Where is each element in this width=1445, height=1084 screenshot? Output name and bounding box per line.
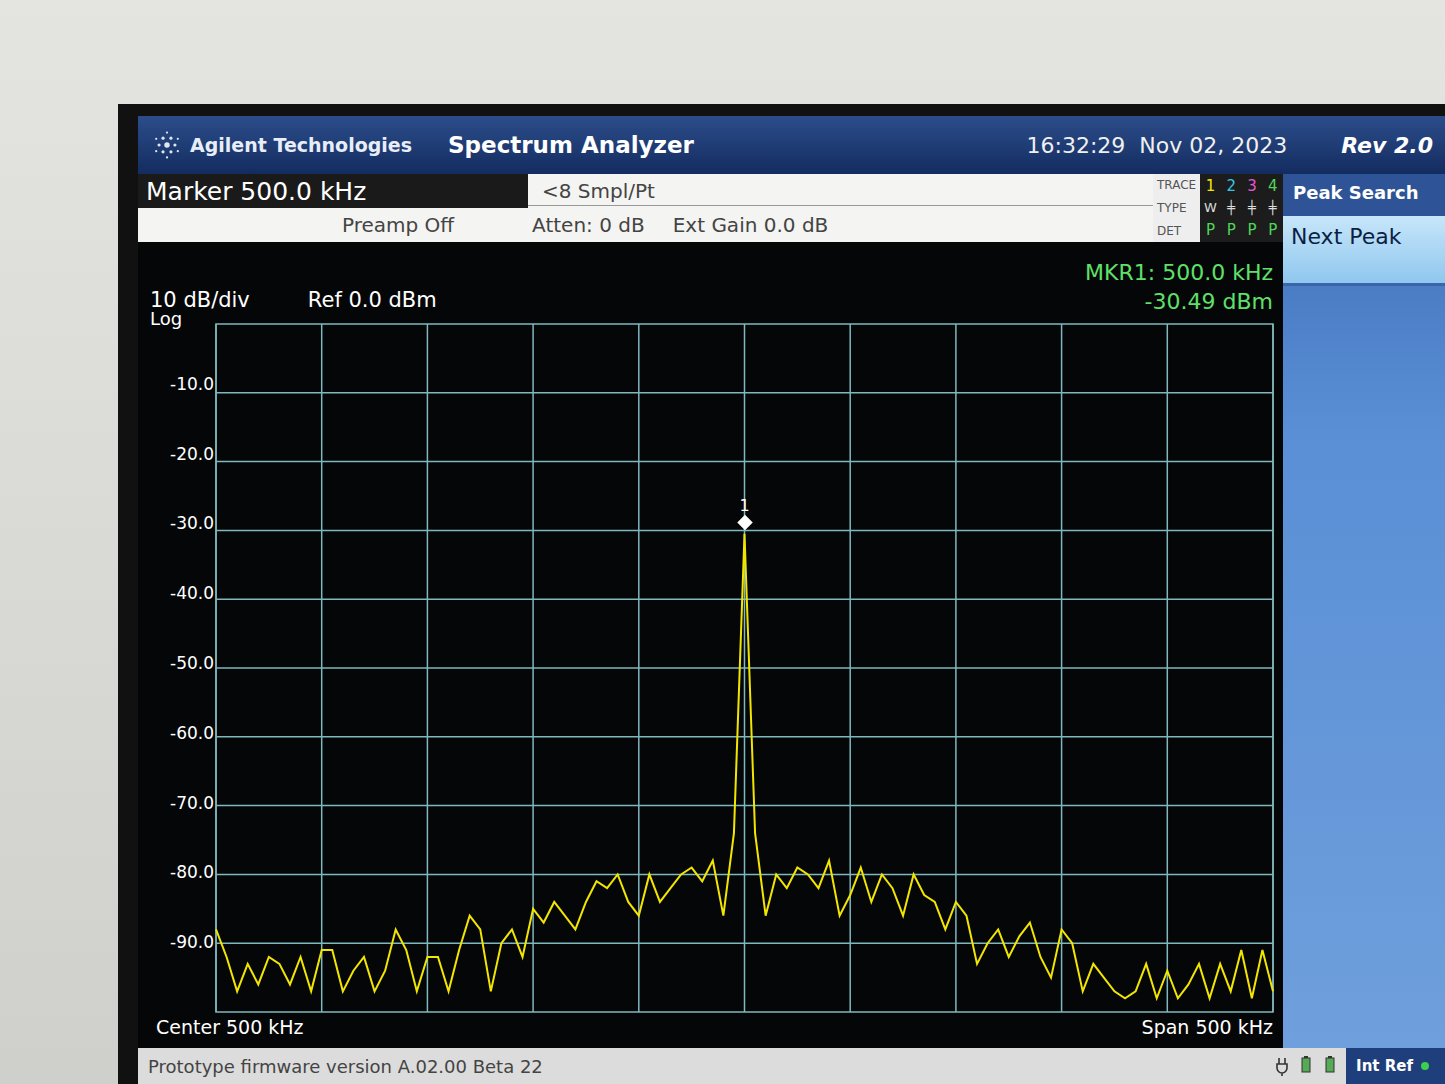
- softkey[interactable]: Next Peak: [1283, 216, 1445, 286]
- trace-column[interactable]: 1WP: [1200, 174, 1221, 242]
- connection-icon: [1274, 1056, 1290, 1076]
- app-title: Spectrum Analyzer: [448, 132, 694, 158]
- status-bar: Prototype firmware version A.02.00 Beta …: [138, 1048, 1445, 1084]
- plot-area: 10 dB/divRef 0.0 dBmMKR1: 500.0 kHz-30.4…: [138, 242, 1283, 1048]
- y-axis: Log-10.0-20.0-30.0-40.0-50.0-60.0-70.0-8…: [150, 314, 216, 1012]
- battery-icon: [1322, 1056, 1338, 1076]
- trace-table-label: DET: [1157, 224, 1196, 238]
- scale-mode: Log: [150, 308, 182, 329]
- ref-level: Ref 0.0 dBm: [308, 288, 437, 312]
- grid-line: [216, 392, 1273, 394]
- trace-column[interactable]: 3╪P: [1242, 174, 1263, 242]
- softkey-panel: Peak SearchNext Peak: [1283, 174, 1445, 1048]
- ext-gain-setting: Ext Gain 0.0 dB: [659, 211, 843, 239]
- trace-table: TRACE TYPE DET 1WP2╪P3╪P4╪P: [1153, 174, 1283, 242]
- instrument: Agilent Technologies Spectrum Analyzer 16:…: [0, 0, 1445, 1084]
- reference-dot-icon: [1421, 1062, 1429, 1070]
- brand-name: Agilent Technologies: [190, 134, 412, 156]
- trace-table-label: TRACE: [1157, 178, 1196, 192]
- grid-line: [216, 805, 1273, 807]
- grid-line: [216, 667, 1273, 669]
- y-tick: -50.0: [170, 653, 214, 673]
- y-tick: -30.0: [170, 513, 214, 533]
- y-tick: -80.0: [170, 862, 214, 882]
- revision: Rev 2.0: [1341, 133, 1433, 158]
- y-tick: -60.0: [170, 723, 214, 743]
- y-tick: -70.0: [170, 793, 214, 813]
- y-tick: -40.0: [170, 583, 214, 603]
- y-tick: -90.0: [170, 932, 214, 952]
- trace-line: [216, 534, 1273, 998]
- reference-indicator: Int Ref: [1346, 1048, 1445, 1084]
- trace-table-label: TYPE: [1157, 201, 1196, 215]
- bezel: Agilent Technologies Spectrum Analyzer 16:…: [118, 104, 1445, 1084]
- peak-marker[interactable]: 1: [739, 498, 750, 534]
- marker-readout: MKR1: 500.0 kHz-30.49 dBm: [1085, 260, 1273, 314]
- marker-setting[interactable]: Marker 500.0 kHz: [138, 174, 528, 208]
- center-frequency: Center 500 kHz: [156, 1016, 304, 1044]
- grid-line: [216, 736, 1273, 738]
- header-bar: Agilent Technologies Spectrum Analyzer 16:…: [138, 116, 1445, 174]
- battery-icon: [1298, 1056, 1314, 1076]
- grid-line: [216, 874, 1273, 876]
- samples-setting: <8 Smpl/Pt: [528, 177, 1153, 206]
- screen: Agilent Technologies Spectrum Analyzer 16:…: [138, 116, 1445, 1084]
- settings-bar: Marker 500.0 kHz<8 Smpl/Pt Preamp Off Atte…: [138, 174, 1283, 242]
- spectrum-graticule: 1: [216, 324, 1273, 1012]
- brand: Agilent Technologies: [150, 128, 412, 162]
- span: Span 500 kHz: [1142, 1016, 1273, 1044]
- preamp-setting: Preamp Off: [328, 211, 468, 239]
- trace-column[interactable]: 2╪P: [1221, 174, 1242, 242]
- y-tick: -20.0: [170, 444, 214, 464]
- marker-diamond-icon: [737, 514, 753, 530]
- grid-line: [216, 942, 1273, 944]
- y-tick: -10.0: [170, 374, 214, 394]
- atten-setting: Atten: 0 dB: [518, 211, 659, 239]
- grid-line: [216, 598, 1273, 600]
- status-message: Prototype firmware version A.02.00 Beta …: [148, 1056, 543, 1077]
- date: Nov 02, 2023: [1139, 133, 1287, 158]
- time: 16:32:29: [1027, 133, 1126, 158]
- agilent-spark-icon: [150, 128, 184, 162]
- menu-title: Peak Search: [1283, 174, 1445, 216]
- trace-column[interactable]: 4╪P: [1262, 174, 1283, 242]
- grid-line: [216, 461, 1273, 463]
